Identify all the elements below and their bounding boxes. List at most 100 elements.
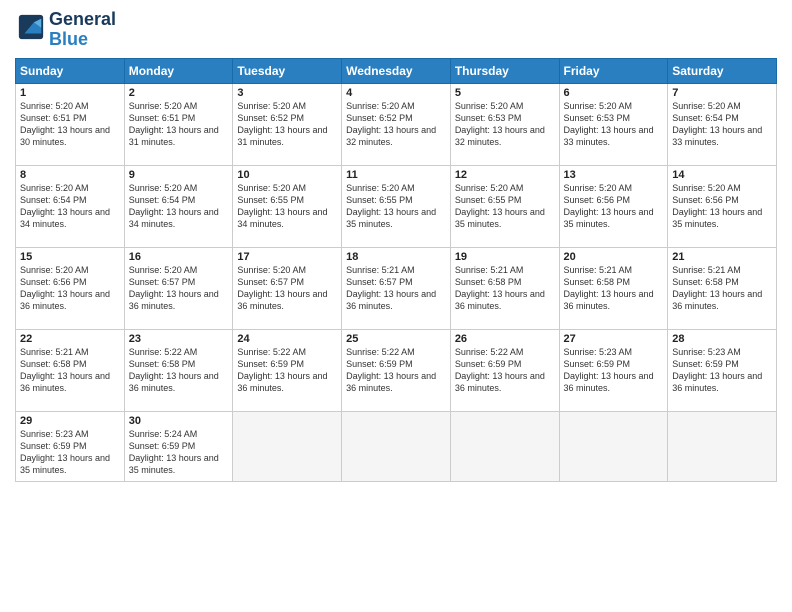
table-row [668,411,777,481]
weekday-wednesday: Wednesday [342,58,451,83]
day-number: 30 [129,415,229,427]
table-row: 11Sunrise: 5:20 AM Sunset: 6:55 PM Dayli… [342,165,451,247]
table-row: 27Sunrise: 5:23 AM Sunset: 6:59 PM Dayli… [559,329,668,411]
day-number: 15 [20,251,120,263]
calendar-week-1: 1Sunrise: 5:20 AM Sunset: 6:51 PM Daylig… [16,83,777,165]
day-info: Sunrise: 5:20 AM Sunset: 6:51 PM Dayligh… [20,100,120,149]
day-info: Sunrise: 5:20 AM Sunset: 6:55 PM Dayligh… [346,182,446,231]
table-row: 23Sunrise: 5:22 AM Sunset: 6:58 PM Dayli… [124,329,233,411]
day-info: Sunrise: 5:20 AM Sunset: 6:55 PM Dayligh… [237,182,337,231]
day-info: Sunrise: 5:20 AM Sunset: 6:54 PM Dayligh… [672,100,772,149]
weekday-saturday: Saturday [668,58,777,83]
day-info: Sunrise: 5:23 AM Sunset: 6:59 PM Dayligh… [20,428,120,477]
day-info: Sunrise: 5:20 AM Sunset: 6:57 PM Dayligh… [237,264,337,313]
table-row: 8Sunrise: 5:20 AM Sunset: 6:54 PM Daylig… [16,165,125,247]
day-info: Sunrise: 5:20 AM Sunset: 6:52 PM Dayligh… [237,100,337,149]
table-row: 21Sunrise: 5:21 AM Sunset: 6:58 PM Dayli… [668,247,777,329]
day-number: 19 [455,251,555,263]
table-row: 29Sunrise: 5:23 AM Sunset: 6:59 PM Dayli… [16,411,125,481]
table-row: 10Sunrise: 5:20 AM Sunset: 6:55 PM Dayli… [233,165,342,247]
day-number: 25 [346,333,446,345]
day-info: Sunrise: 5:23 AM Sunset: 6:59 PM Dayligh… [564,346,664,395]
calendar-week-5: 29Sunrise: 5:23 AM Sunset: 6:59 PM Dayli… [16,411,777,481]
day-number: 17 [237,251,337,263]
day-info: Sunrise: 5:20 AM Sunset: 6:53 PM Dayligh… [564,100,664,149]
weekday-sunday: Sunday [16,58,125,83]
day-number: 4 [346,87,446,99]
calendar-page: GeneralBlue SundayMondayTuesdayWednesday… [0,0,792,612]
table-row: 5Sunrise: 5:20 AM Sunset: 6:53 PM Daylig… [450,83,559,165]
day-number: 11 [346,169,446,181]
day-info: Sunrise: 5:23 AM Sunset: 6:59 PM Dayligh… [672,346,772,395]
table-row: 30Sunrise: 5:24 AM Sunset: 6:59 PM Dayli… [124,411,233,481]
day-number: 7 [672,87,772,99]
logo: GeneralBlue [15,10,116,50]
weekday-tuesday: Tuesday [233,58,342,83]
logo-text: GeneralBlue [49,10,116,50]
table-row: 4Sunrise: 5:20 AM Sunset: 6:52 PM Daylig… [342,83,451,165]
day-info: Sunrise: 5:20 AM Sunset: 6:56 PM Dayligh… [20,264,120,313]
day-number: 6 [564,87,664,99]
table-row [342,411,451,481]
table-row: 3Sunrise: 5:20 AM Sunset: 6:52 PM Daylig… [233,83,342,165]
day-info: Sunrise: 5:22 AM Sunset: 6:58 PM Dayligh… [129,346,229,395]
table-row: 9Sunrise: 5:20 AM Sunset: 6:54 PM Daylig… [124,165,233,247]
day-info: Sunrise: 5:20 AM Sunset: 6:54 PM Dayligh… [20,182,120,231]
table-row: 2Sunrise: 5:20 AM Sunset: 6:51 PM Daylig… [124,83,233,165]
day-info: Sunrise: 5:22 AM Sunset: 6:59 PM Dayligh… [455,346,555,395]
day-info: Sunrise: 5:21 AM Sunset: 6:58 PM Dayligh… [564,264,664,313]
table-row [450,411,559,481]
calendar-week-4: 22Sunrise: 5:21 AM Sunset: 6:58 PM Dayli… [16,329,777,411]
weekday-header-row: SundayMondayTuesdayWednesdayThursdayFrid… [16,58,777,83]
day-info: Sunrise: 5:20 AM Sunset: 6:51 PM Dayligh… [129,100,229,149]
day-number: 14 [672,169,772,181]
day-number: 5 [455,87,555,99]
day-number: 2 [129,87,229,99]
day-info: Sunrise: 5:20 AM Sunset: 6:55 PM Dayligh… [455,182,555,231]
table-row: 14Sunrise: 5:20 AM Sunset: 6:56 PM Dayli… [668,165,777,247]
table-row: 17Sunrise: 5:20 AM Sunset: 6:57 PM Dayli… [233,247,342,329]
table-row: 26Sunrise: 5:22 AM Sunset: 6:59 PM Dayli… [450,329,559,411]
day-info: Sunrise: 5:20 AM Sunset: 6:54 PM Dayligh… [129,182,229,231]
table-row: 7Sunrise: 5:20 AM Sunset: 6:54 PM Daylig… [668,83,777,165]
weekday-thursday: Thursday [450,58,559,83]
day-info: Sunrise: 5:24 AM Sunset: 6:59 PM Dayligh… [129,428,229,477]
table-row: 24Sunrise: 5:22 AM Sunset: 6:59 PM Dayli… [233,329,342,411]
table-row: 28Sunrise: 5:23 AM Sunset: 6:59 PM Dayli… [668,329,777,411]
day-number: 9 [129,169,229,181]
day-info: Sunrise: 5:21 AM Sunset: 6:58 PM Dayligh… [455,264,555,313]
table-row: 12Sunrise: 5:20 AM Sunset: 6:55 PM Dayli… [450,165,559,247]
day-info: Sunrise: 5:21 AM Sunset: 6:57 PM Dayligh… [346,264,446,313]
calendar-table: SundayMondayTuesdayWednesdayThursdayFrid… [15,58,777,482]
day-number: 8 [20,169,120,181]
table-row: 22Sunrise: 5:21 AM Sunset: 6:58 PM Dayli… [16,329,125,411]
day-info: Sunrise: 5:20 AM Sunset: 6:56 PM Dayligh… [564,182,664,231]
day-number: 23 [129,333,229,345]
day-info: Sunrise: 5:20 AM Sunset: 6:52 PM Dayligh… [346,100,446,149]
day-info: Sunrise: 5:22 AM Sunset: 6:59 PM Dayligh… [346,346,446,395]
day-number: 29 [20,415,120,427]
day-number: 28 [672,333,772,345]
table-row: 15Sunrise: 5:20 AM Sunset: 6:56 PM Dayli… [16,247,125,329]
table-row: 18Sunrise: 5:21 AM Sunset: 6:57 PM Dayli… [342,247,451,329]
weekday-monday: Monday [124,58,233,83]
day-info: Sunrise: 5:20 AM Sunset: 6:53 PM Dayligh… [455,100,555,149]
table-row: 20Sunrise: 5:21 AM Sunset: 6:58 PM Dayli… [559,247,668,329]
table-row: 6Sunrise: 5:20 AM Sunset: 6:53 PM Daylig… [559,83,668,165]
day-number: 20 [564,251,664,263]
table-row: 1Sunrise: 5:20 AM Sunset: 6:51 PM Daylig… [16,83,125,165]
day-info: Sunrise: 5:21 AM Sunset: 6:58 PM Dayligh… [672,264,772,313]
day-number: 12 [455,169,555,181]
day-number: 21 [672,251,772,263]
day-number: 18 [346,251,446,263]
page-header: GeneralBlue [15,10,777,50]
day-number: 22 [20,333,120,345]
calendar-week-3: 15Sunrise: 5:20 AM Sunset: 6:56 PM Dayli… [16,247,777,329]
day-info: Sunrise: 5:22 AM Sunset: 6:59 PM Dayligh… [237,346,337,395]
day-number: 26 [455,333,555,345]
table-row: 13Sunrise: 5:20 AM Sunset: 6:56 PM Dayli… [559,165,668,247]
day-info: Sunrise: 5:21 AM Sunset: 6:58 PM Dayligh… [20,346,120,395]
day-number: 1 [20,87,120,99]
table-row: 19Sunrise: 5:21 AM Sunset: 6:58 PM Dayli… [450,247,559,329]
day-number: 16 [129,251,229,263]
